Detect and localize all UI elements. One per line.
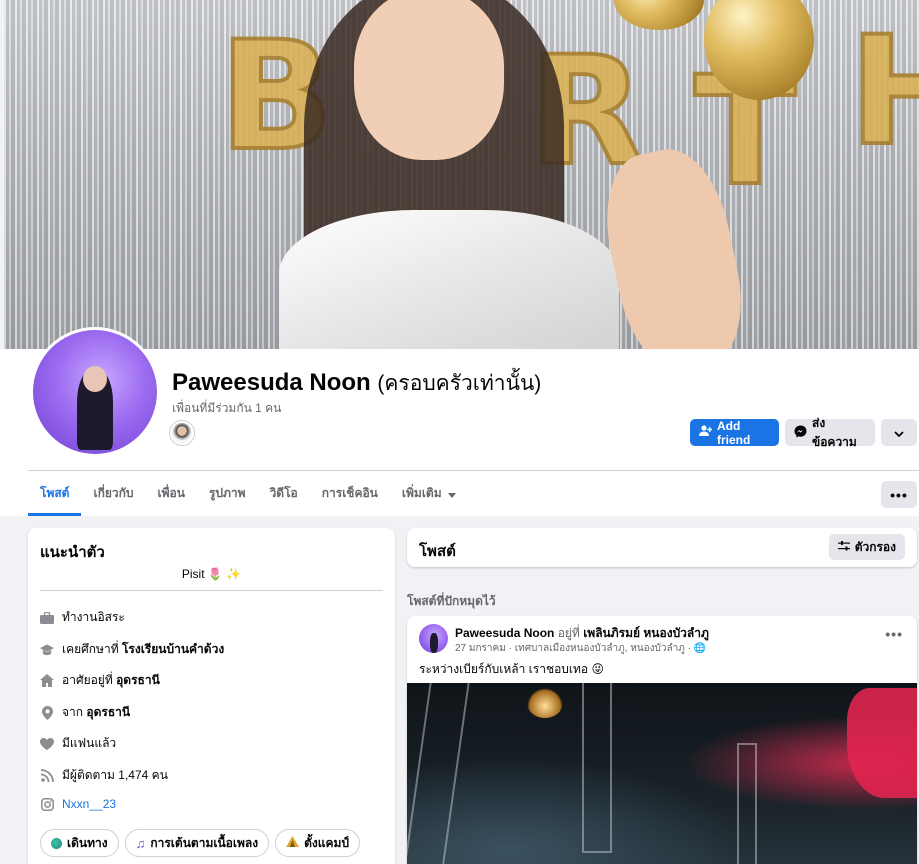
profile-name-text: Paweesuda Noon	[172, 369, 371, 396]
post-image-red-light	[847, 688, 917, 798]
add-friend-button[interactable]: Add friend	[690, 418, 779, 447]
post-image-truss	[407, 683, 472, 864]
intro-instagram: Nxxn__23	[40, 797, 116, 811]
profile-tabs: โพสต์ เกี่ยวกับ เพื่อน รูปภาพ วิดีโอ การ…	[28, 471, 468, 516]
post-author-name[interactable]: Paweesuda Noon	[455, 626, 554, 640]
cover-person-dress	[279, 210, 619, 349]
globe-emoji-icon	[51, 837, 62, 849]
tab-label: เกี่ยวกับ	[93, 486, 134, 500]
heart-icon	[40, 737, 54, 751]
tab-more[interactable]: เพิ่มเติม	[390, 471, 468, 516]
tab-label: เพิ่มเติม	[401, 486, 442, 500]
ellipsis-icon: •••	[885, 626, 903, 642]
camping-icon	[286, 836, 300, 850]
profile-avatar[interactable]	[30, 327, 160, 457]
home-icon	[40, 674, 54, 688]
pinned-post: Paweesuda Noon อยู่ที่ เพลินภิรมย์ หนองบ…	[407, 616, 917, 864]
post-options-button[interactable]: •••	[885, 626, 903, 642]
hobby-chip[interactable]: ♫ การเต้นตามเนื้อเพลง	[124, 829, 270, 857]
intro-followers-text[interactable]: มีผู้ติดตาม 1,474 คน	[62, 766, 168, 785]
intro-bio: Pisit 🌷 ✨	[181, 567, 242, 581]
intro-title: แนะนำตัว	[40, 544, 105, 561]
intro-work-text: ทำงานอิสระ	[62, 610, 125, 624]
mutual-friend-avatar[interactable]	[170, 421, 194, 445]
hobby-label: เดินทาง	[67, 835, 108, 850]
intro-from: จาก อุดรธานี	[40, 703, 130, 722]
tab-label: วิดีโอ	[269, 486, 298, 500]
post-image-truss	[582, 683, 612, 853]
intro-education-prefix: เคยศึกษาที่	[62, 642, 122, 656]
sliders-icon	[837, 540, 850, 554]
intro-relationship: มีแฟนแล้ว	[40, 734, 116, 753]
post-place-name[interactable]: เพลินภิรมย์ หนองบัวลำภู	[583, 626, 709, 640]
avatar-figure-head	[83, 366, 107, 392]
intro-education: เคยศึกษาที่ โรงเรียนบ้านคำด้วง	[40, 640, 224, 659]
more-options-button[interactable]	[881, 419, 917, 446]
tab-label: รูปภาพ	[208, 486, 246, 500]
briefcase-icon	[40, 611, 54, 625]
intro-work: ทำงานอิสระ	[40, 608, 125, 627]
tab-friends[interactable]: เพื่อน	[146, 471, 197, 516]
posts-title: โพสต์	[419, 543, 456, 560]
intro-from-prefix: จาก	[62, 705, 87, 719]
message-label: ส่งข้อความ	[812, 415, 857, 449]
intro-card: แนะนำตัว Pisit 🌷 ✨ ทำงานอิสระ เคยศึกษาที…	[28, 528, 395, 864]
tab-posts[interactable]: โพสต์	[28, 471, 82, 516]
tab-label: โพสต์	[40, 486, 70, 500]
tab-label: เพื่อน	[157, 486, 185, 500]
post-meta[interactable]: 27 มกราคม · เทศบาลเมืองหนองบัวลำภู, หนอง…	[455, 641, 706, 656]
messenger-icon	[794, 425, 807, 441]
intro-education-place[interactable]: โรงเรียนบ้านคำด้วง	[122, 642, 224, 656]
tabs-more-options-button[interactable]: •••	[881, 481, 917, 508]
post-image[interactable]	[407, 683, 917, 864]
rss-icon	[40, 769, 54, 783]
caret-down-icon	[447, 487, 456, 501]
intro-lives: อาศัยอยู่ที่ อุดรธานี	[40, 671, 160, 690]
ellipsis-icon: •••	[890, 486, 908, 503]
graduation-cap-icon	[40, 643, 54, 657]
intro-lives-place[interactable]: อุดรธานี	[116, 673, 160, 687]
intro-relationship-text: มีแฟนแล้ว	[62, 736, 117, 750]
tab-label: การเช็คอิน	[321, 486, 378, 500]
cover-balloon-letter: H	[847, 3, 919, 181]
tab-videos[interactable]: วิดีโอ	[258, 471, 310, 516]
post-image-truss	[737, 743, 757, 864]
cover-person-face	[354, 0, 504, 160]
intro-lives-prefix: อาศัยอยู่ที่	[62, 673, 117, 687]
add-friend-icon	[699, 425, 713, 440]
post-image-lamp	[527, 688, 563, 718]
post-at-text: อยู่ที่	[554, 626, 584, 640]
intro-divider	[40, 590, 383, 591]
pinned-posts-label: โพสต์ที่ปักหมุดไว้	[407, 594, 496, 608]
instagram-link[interactable]: Nxxn__23	[62, 797, 116, 811]
hobby-chip[interactable]: เดินทาง	[40, 829, 119, 857]
hobbies-list: เดินทาง ♫ การเต้นตามเนื้อเพลง ตั้งแคมป์	[40, 829, 361, 857]
music-note-icon: ♫	[135, 835, 146, 851]
posts-header-card: โพสต์ ตัวกรอง	[407, 528, 917, 567]
chevron-down-icon	[894, 426, 904, 440]
profile-name: Paweesuda Noon (ครอบครัวเท่านั้น)	[172, 367, 541, 400]
profile-alt-name: (ครอบครัวเท่านั้น)	[377, 372, 542, 395]
instagram-icon	[40, 797, 54, 811]
location-pin-icon	[40, 705, 54, 720]
mutual-friends-count[interactable]: เพื่อนที่มีร่วมกัน 1 คน	[172, 399, 281, 418]
tab-photos[interactable]: รูปภาพ	[197, 471, 258, 516]
add-friend-label: Add friend	[717, 418, 751, 447]
tab-checkins[interactable]: การเช็คอิน	[310, 471, 390, 516]
post-text: ระหว่างเบียร์กับเหล้า เราชอบเทอ 😜	[419, 662, 604, 676]
hobby-label: การเต้นตามเนื้อเพลง	[150, 835, 259, 850]
intro-from-place[interactable]: อุดรธานี	[86, 705, 130, 719]
cover-photo[interactable]: B R T H	[4, 0, 919, 349]
filter-button[interactable]: ตัวกรอง	[828, 534, 905, 560]
hobby-label: ตั้งแคมป์	[304, 835, 350, 850]
message-button[interactable]: ส่งข้อความ	[785, 416, 875, 449]
intro-followers: มีผู้ติดตาม 1,474 คน	[40, 766, 168, 785]
post-author-avatar[interactable]	[419, 624, 448, 653]
filter-label: ตัวกรอง	[854, 539, 896, 554]
tab-about[interactable]: เกี่ยวกับ	[81, 471, 145, 516]
hobby-chip[interactable]: ตั้งแคมป์	[275, 829, 361, 857]
avatar	[33, 330, 157, 454]
